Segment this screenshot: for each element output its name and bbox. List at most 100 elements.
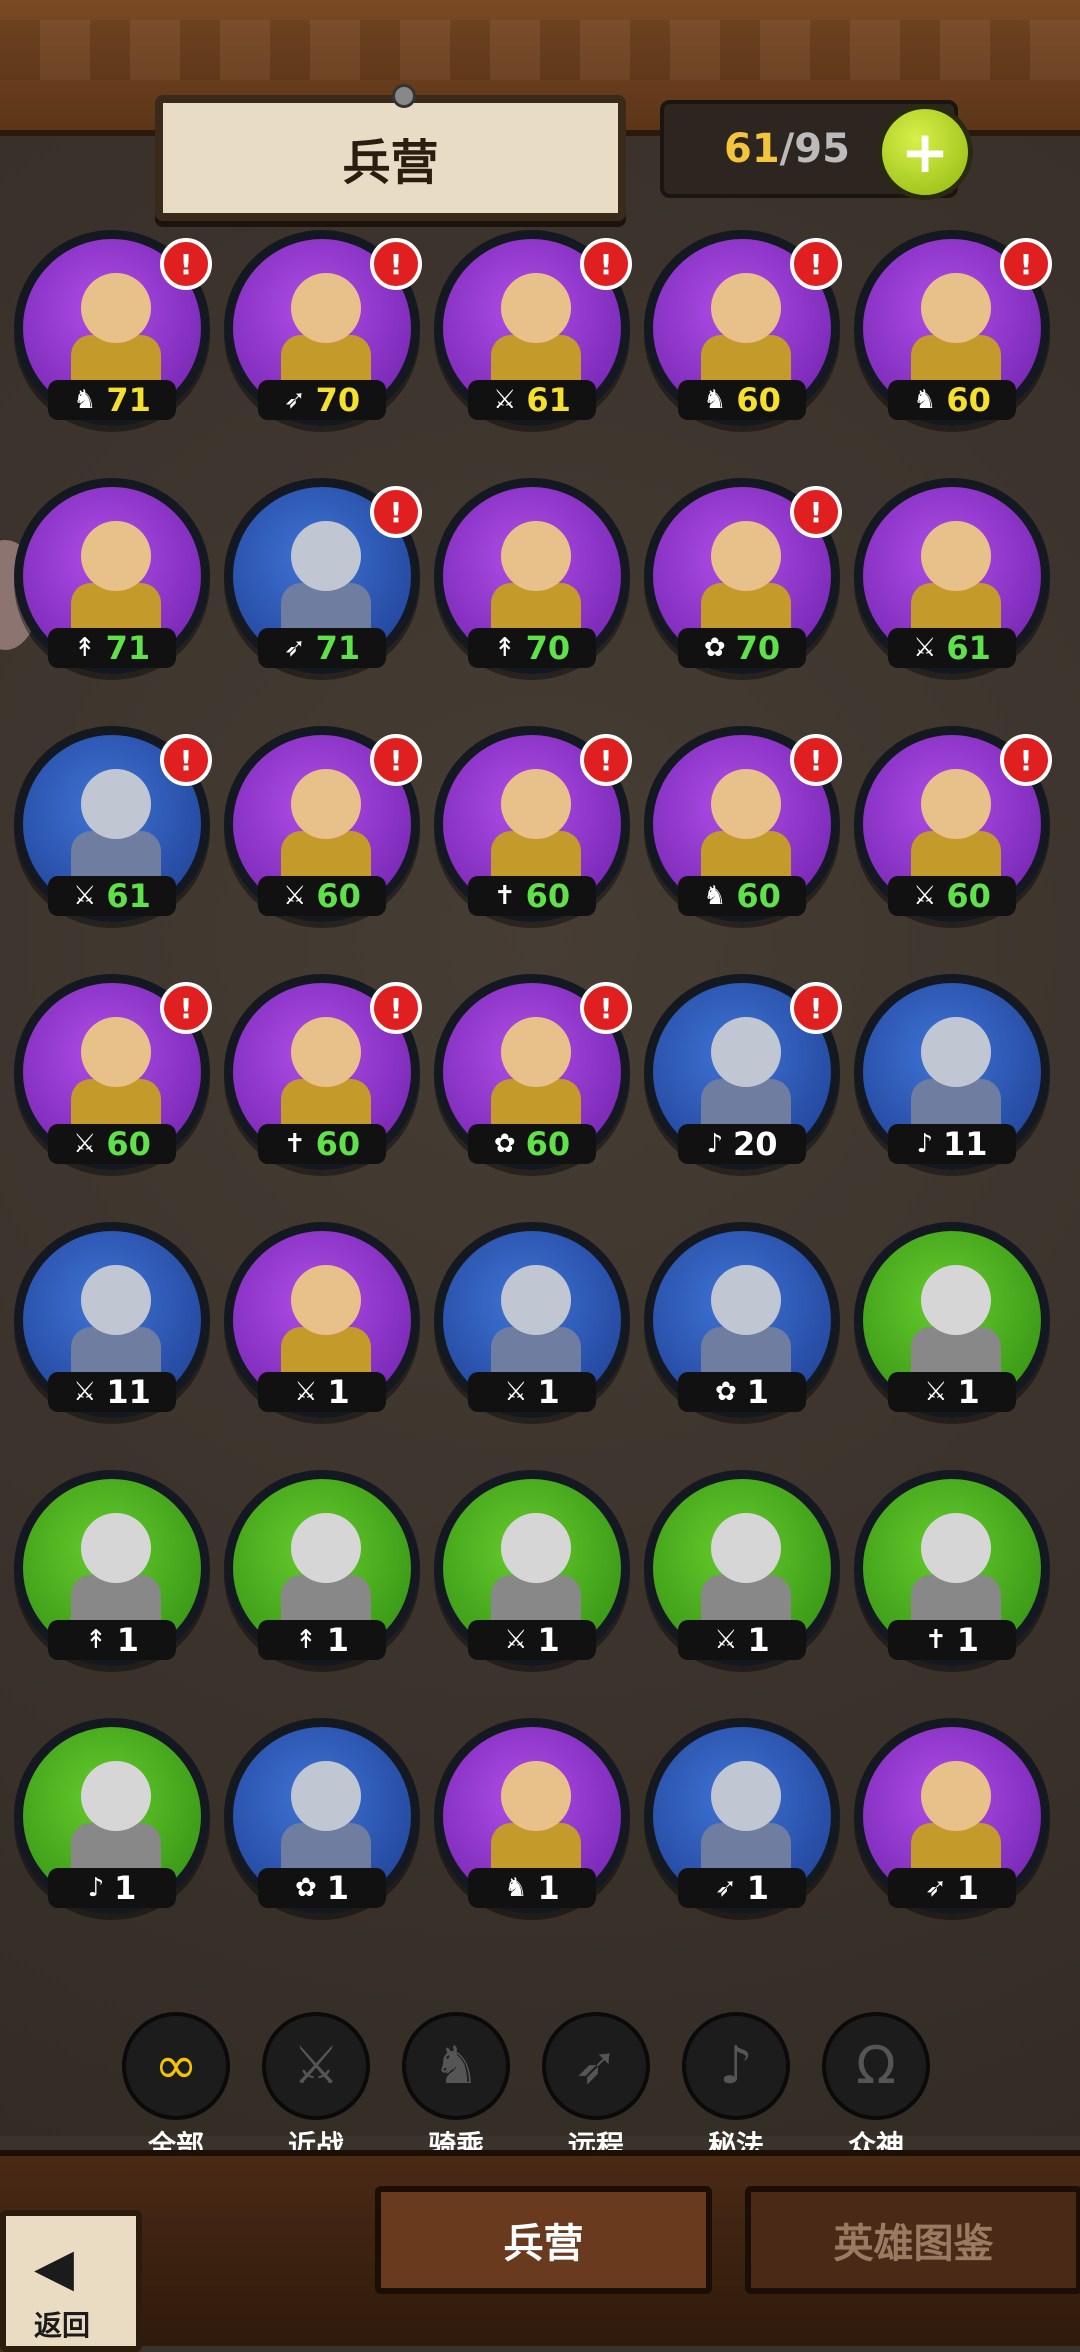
filter-gods-icon: Ω (822, 2012, 930, 2120)
unit-card[interactable]: ⚔ 1 (224, 1222, 420, 1418)
spear-icon: ↟ (73, 633, 96, 663)
sword-icon: ⚔ (73, 1377, 97, 1407)
unit-level-bar: ✿ 70 (678, 628, 806, 668)
unit-card[interactable]: ⚔ 60! (854, 726, 1052, 922)
unit-avatar (61, 1265, 171, 1385)
tab-barracks[interactable]: 兵营 (375, 2186, 712, 2294)
unit-card[interactable]: ↟ 1 (14, 1470, 210, 1666)
unit-card[interactable]: ⚔ 60! (14, 974, 212, 1170)
unit-card[interactable]: ⚔ 1 (854, 1222, 1050, 1418)
unit-avatar-head (291, 1513, 361, 1583)
unit-count-separator: / (779, 126, 795, 172)
filter-ranged-button[interactable]: ➶ 远程 (542, 2012, 650, 2164)
horse-icon: ♞ (504, 1873, 528, 1903)
unit-card[interactable]: ➶ 1 (854, 1718, 1050, 1914)
sword-icon: ⚔ (913, 881, 937, 911)
unit-card[interactable]: ♞ 1 (434, 1718, 630, 1914)
unit-level: 70 (315, 381, 361, 419)
filter-all-button[interactable]: ∞ 全部 (122, 2012, 230, 2164)
unit-card[interactable]: ♪ 1 (14, 1718, 210, 1914)
unit-level-bar: ⚔ 61 (888, 628, 1016, 668)
unit-card[interactable]: ➶ 70! (224, 230, 422, 426)
unit-avatar-head (921, 1513, 991, 1583)
unit-card[interactable]: ➶ 71! (224, 478, 422, 674)
filter-gods-button[interactable]: Ω 众神 (822, 2012, 930, 2164)
unit-card[interactable]: ⚔ 1 (644, 1470, 840, 1666)
unit-level-bar: ✝ 60 (468, 876, 596, 916)
unit-card[interactable]: ✝ 60! (434, 726, 632, 922)
horse-icon: ♞ (913, 385, 937, 415)
alert-badge-icon: ! (160, 982, 212, 1034)
unit-level: 60 (736, 877, 781, 915)
unit-card[interactable]: ♞ 60! (644, 726, 842, 922)
unit-card[interactable]: ♞ 71! (14, 230, 212, 426)
sword-icon: ⚔ (283, 881, 307, 911)
unit-card[interactable]: ⚔ 60! (224, 726, 422, 922)
sword-icon: ⚔ (924, 1377, 948, 1407)
unit-card[interactable]: ♞ 60! (854, 230, 1052, 426)
sword-icon: ⚔ (73, 1129, 97, 1159)
unit-level: 1 (746, 1373, 770, 1411)
unit-avatar (61, 521, 171, 641)
unit-avatar-head (291, 769, 361, 839)
alert-badge-icon: ! (1000, 238, 1052, 290)
unit-card[interactable]: ✿ 1 (224, 1718, 420, 1914)
unit-avatar-head (711, 1761, 781, 1831)
unit-count-max: 95 (794, 126, 850, 172)
unit-level: 1 (326, 1869, 350, 1907)
filter-arcane-button[interactable]: ♪ 秘法 (682, 2012, 790, 2164)
alert-badge-icon: ! (370, 238, 422, 290)
filter-melee-button[interactable]: ⚔ 近战 (262, 2012, 370, 2164)
back-button[interactable]: ◀ 返回 (0, 2210, 142, 2352)
tab-hero-codex[interactable]: 英雄图鉴 (745, 2186, 1080, 2294)
unit-level-bar: ⚔ 60 (48, 1124, 176, 1164)
unit-card[interactable]: ⚔ 1 (434, 1470, 630, 1666)
unit-avatar-head (921, 1265, 991, 1335)
beast-icon: ✿ (294, 1873, 317, 1903)
unit-avatar (901, 769, 1011, 889)
unit-level-bar: ➶ 1 (888, 1868, 1016, 1908)
unit-level: 1 (327, 1373, 350, 1411)
unit-card[interactable]: ♪ 11 (854, 974, 1050, 1170)
unit-avatar-head (81, 521, 151, 591)
bow-icon: ➶ (924, 1873, 947, 1903)
unit-avatar (61, 1761, 171, 1881)
unit-avatar (481, 521, 591, 641)
unit-avatar-head (501, 769, 571, 839)
unit-card[interactable]: ✿ 70! (644, 478, 842, 674)
unit-level-bar: ♞ 71 (48, 380, 176, 420)
unit-card[interactable]: ↟ 1 (224, 1470, 420, 1666)
unit-card[interactable]: ✝ 1 (854, 1470, 1050, 1666)
magic-icon: ♪ (706, 1129, 724, 1159)
filter-mounted-button[interactable]: ♞ 骑乘 (402, 2012, 510, 2164)
unit-card[interactable]: ✝ 60! (224, 974, 422, 1170)
add-slots-button[interactable]: + (877, 104, 973, 200)
unit-card[interactable]: ⚔ 11 (14, 1222, 210, 1418)
unit-avatar-head (81, 273, 151, 343)
cross-icon: ✝ (493, 881, 516, 911)
beast-icon: ✿ (703, 633, 726, 663)
unit-level-bar: ↟ 70 (468, 628, 596, 668)
unit-card[interactable]: ✿ 1 (644, 1222, 840, 1418)
unit-card[interactable]: ⚔ 1 (434, 1222, 630, 1418)
unit-avatar (481, 1761, 591, 1881)
unit-card[interactable]: ➶ 1 (644, 1718, 840, 1914)
unit-level: 1 (957, 1373, 980, 1411)
unit-card[interactable]: ♪ 20! (644, 974, 842, 1170)
unit-card[interactable]: ↟ 71 (14, 478, 210, 674)
unit-card[interactable]: ⚔ 61! (14, 726, 212, 922)
unit-level: 61 (946, 629, 991, 667)
unit-avatar-head (291, 1265, 361, 1335)
unit-card[interactable]: ♞ 60! (644, 230, 842, 426)
unit-avatar-head (291, 521, 361, 591)
unit-avatar (901, 1761, 1011, 1881)
unit-level-bar: ✿ 1 (258, 1868, 386, 1908)
unit-card[interactable]: ⚔ 61! (434, 230, 632, 426)
alert-badge-icon: ! (160, 734, 212, 786)
unit-card[interactable]: ↟ 70 (434, 478, 630, 674)
unit-card[interactable]: ✿ 60! (434, 974, 632, 1170)
unit-level-bar: ⚔ 1 (888, 1372, 1016, 1412)
alert-badge-icon: ! (370, 982, 422, 1034)
unit-level: 11 (943, 1125, 988, 1163)
unit-card[interactable]: ⚔ 61 (854, 478, 1050, 674)
